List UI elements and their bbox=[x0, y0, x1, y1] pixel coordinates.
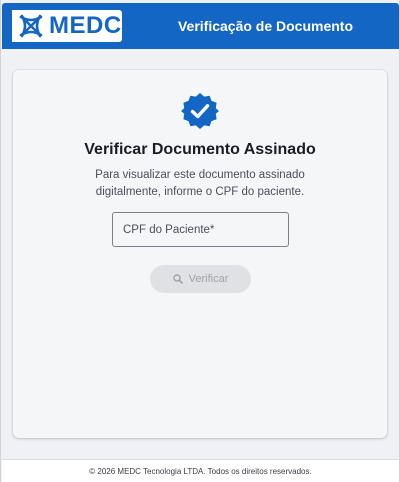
card-title: Verificar Documento Assinado bbox=[84, 141, 316, 158]
medc-logo-icon bbox=[19, 14, 43, 38]
page-footer: © 2026 MEDC Tecnologia LTDA. Todos os di… bbox=[2, 459, 399, 482]
app-header: MEDC Verificação de Documento bbox=[2, 3, 399, 49]
page-title: Verificação de Documento bbox=[177, 18, 354, 34]
verification-card: Verificar Documento Assinado Para visual… bbox=[13, 70, 387, 438]
card-description: Para visualizar este documento assinado … bbox=[95, 169, 305, 198]
medc-logo[interactable]: MEDC bbox=[12, 10, 122, 42]
cpf-field[interactable] bbox=[112, 212, 289, 247]
page: MEDC Verificação de Documento Verificar … bbox=[0, 0, 400, 482]
cpf-input[interactable] bbox=[123, 213, 288, 246]
copyright-text: © 2026 MEDC Tecnologia LTDA. Todos os di… bbox=[89, 466, 312, 476]
logo-text: MEDC bbox=[49, 12, 122, 39]
verify-button-label: Verificar bbox=[188, 273, 229, 285]
search-icon bbox=[172, 274, 183, 284]
verified-badge-icon bbox=[181, 93, 219, 129]
verify-button[interactable]: Verificar bbox=[150, 265, 251, 293]
